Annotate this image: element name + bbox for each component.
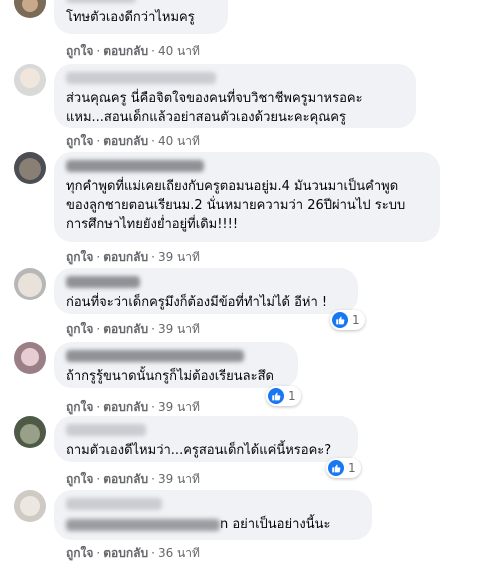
like-link[interactable]: ถูกใจ bbox=[66, 322, 93, 336]
avatar[interactable] bbox=[14, 342, 46, 374]
comment-actions: ถูกใจ · ตอบกลับ · 36 นาที bbox=[66, 546, 200, 560]
comment-bubble: โทษตัวเองดีกว่าไหมครู bbox=[54, 0, 228, 34]
mentioned-name[interactable] bbox=[66, 518, 220, 531]
reaction-count[interactable]: 1 bbox=[330, 310, 365, 330]
comment-actions: ถูกใจ · ตอบกลับ · 40 นาที bbox=[66, 134, 200, 148]
author-name[interactable] bbox=[66, 350, 244, 362]
like-icon bbox=[332, 312, 348, 328]
reply-link[interactable]: ตอบกลับ bbox=[103, 472, 148, 486]
reaction-count[interactable]: 1 bbox=[266, 386, 301, 406]
reply-link[interactable]: ตอบกลับ bbox=[103, 134, 148, 148]
avatar[interactable] bbox=[14, 416, 46, 448]
comment-actions: ถูกใจ · ตอบกลับ · 39 นาที bbox=[66, 250, 200, 264]
reply-link[interactable]: ตอบกลับ bbox=[103, 400, 148, 414]
timestamp[interactable]: 40 นาที bbox=[158, 134, 200, 148]
like-icon bbox=[268, 388, 284, 404]
reply-link[interactable]: ตอบกลับ bbox=[103, 322, 148, 336]
timestamp[interactable]: 36 นาที bbox=[158, 546, 200, 560]
like-link[interactable]: ถูกใจ bbox=[66, 472, 93, 486]
timestamp[interactable]: 39 นาที bbox=[158, 250, 200, 264]
comment-bubble: ทุกคำพูดที่แม่เคยเถียงกับครูตอมนอยู่ม.4 … bbox=[54, 152, 440, 242]
timestamp[interactable]: 39 นาที bbox=[158, 472, 200, 486]
author-name[interactable] bbox=[66, 276, 140, 288]
author-name[interactable] bbox=[66, 424, 146, 436]
comment-text: ถามตัวเองดีไหมว่า...ครูสอนเด็กได้แค่นี้ห… bbox=[66, 443, 332, 458]
author-name[interactable] bbox=[66, 498, 162, 510]
comment-actions: ถูกใจ · ตอบกลับ · 39 นาที bbox=[66, 472, 200, 486]
comment-text: โทษตัวเองดีกว่าไหมครู bbox=[66, 10, 195, 25]
timestamp[interactable]: 40 นาที bbox=[158, 44, 200, 58]
comment-bubble: ส่วนคุณครู นี่คือจิตใจของคนที่จบวิชาชีพค… bbox=[54, 64, 416, 128]
comment-actions: ถูกใจ · ตอบกลับ · 39 นาที bbox=[66, 322, 200, 336]
reaction-count[interactable]: 1 bbox=[326, 458, 361, 478]
author-name[interactable] bbox=[66, 72, 216, 84]
avatar[interactable] bbox=[14, 0, 46, 18]
comment-text: ถ้ากรูรู้ขนาดนั้นกรูก็ไม่ต้องเรียนละสึด bbox=[66, 369, 274, 384]
comment-bubble: ก่อนที่จะว่าเด็กครูมึงก็ต้องมีข้อที่ทำไม… bbox=[54, 268, 358, 314]
comment-text: ส่วนคุณครู นี่คือจิตใจของคนที่จบวิชาชีพค… bbox=[66, 91, 363, 125]
avatar[interactable] bbox=[14, 268, 46, 300]
reply-link[interactable]: ตอบกลับ bbox=[103, 250, 148, 264]
comment-bubble: ถามตัวเองดีไหมว่า...ครูสอนเด็กได้แค่นี้ห… bbox=[54, 416, 358, 462]
comment-text: n อย่าเป็นอย่างนี้นะ bbox=[66, 515, 360, 534]
reaction-number: 1 bbox=[348, 461, 356, 475]
reply-link[interactable]: ตอบกลับ bbox=[103, 546, 148, 560]
comment-bubble: n อย่าเป็นอย่างนี้นะ bbox=[54, 490, 372, 540]
avatar[interactable] bbox=[14, 490, 46, 522]
avatar[interactable] bbox=[14, 64, 46, 96]
comment-bubble: ถ้ากรูรู้ขนาดนั้นกรูก็ไม่ต้องเรียนละสึด bbox=[54, 342, 298, 388]
like-link[interactable]: ถูกใจ bbox=[66, 250, 93, 264]
author-name[interactable] bbox=[66, 160, 204, 172]
author-name[interactable] bbox=[66, 0, 136, 3]
like-icon bbox=[328, 460, 344, 476]
comment-actions: ถูกใจ · ตอบกลับ · 39 นาที bbox=[66, 400, 200, 414]
comment-text: ทุกคำพูดที่แม่เคยเถียงกับครูตอมนอยู่ม.4 … bbox=[66, 179, 406, 232]
comment-actions: ถูกใจ · ตอบกลับ · 40 นาที bbox=[66, 44, 200, 58]
like-link[interactable]: ถูกใจ bbox=[66, 400, 93, 414]
reaction-number: 1 bbox=[288, 389, 296, 403]
reply-link[interactable]: ตอบกลับ bbox=[103, 44, 148, 58]
timestamp[interactable]: 39 นาที bbox=[158, 400, 200, 414]
timestamp[interactable]: 39 นาที bbox=[158, 322, 200, 336]
like-link[interactable]: ถูกใจ bbox=[66, 134, 93, 148]
avatar[interactable] bbox=[14, 152, 46, 184]
like-link[interactable]: ถูกใจ bbox=[66, 44, 93, 58]
comment-text: ก่อนที่จะว่าเด็กครูมึงก็ต้องมีข้อที่ทำไม… bbox=[66, 295, 328, 310]
like-link[interactable]: ถูกใจ bbox=[66, 546, 93, 560]
reaction-number: 1 bbox=[352, 313, 360, 327]
